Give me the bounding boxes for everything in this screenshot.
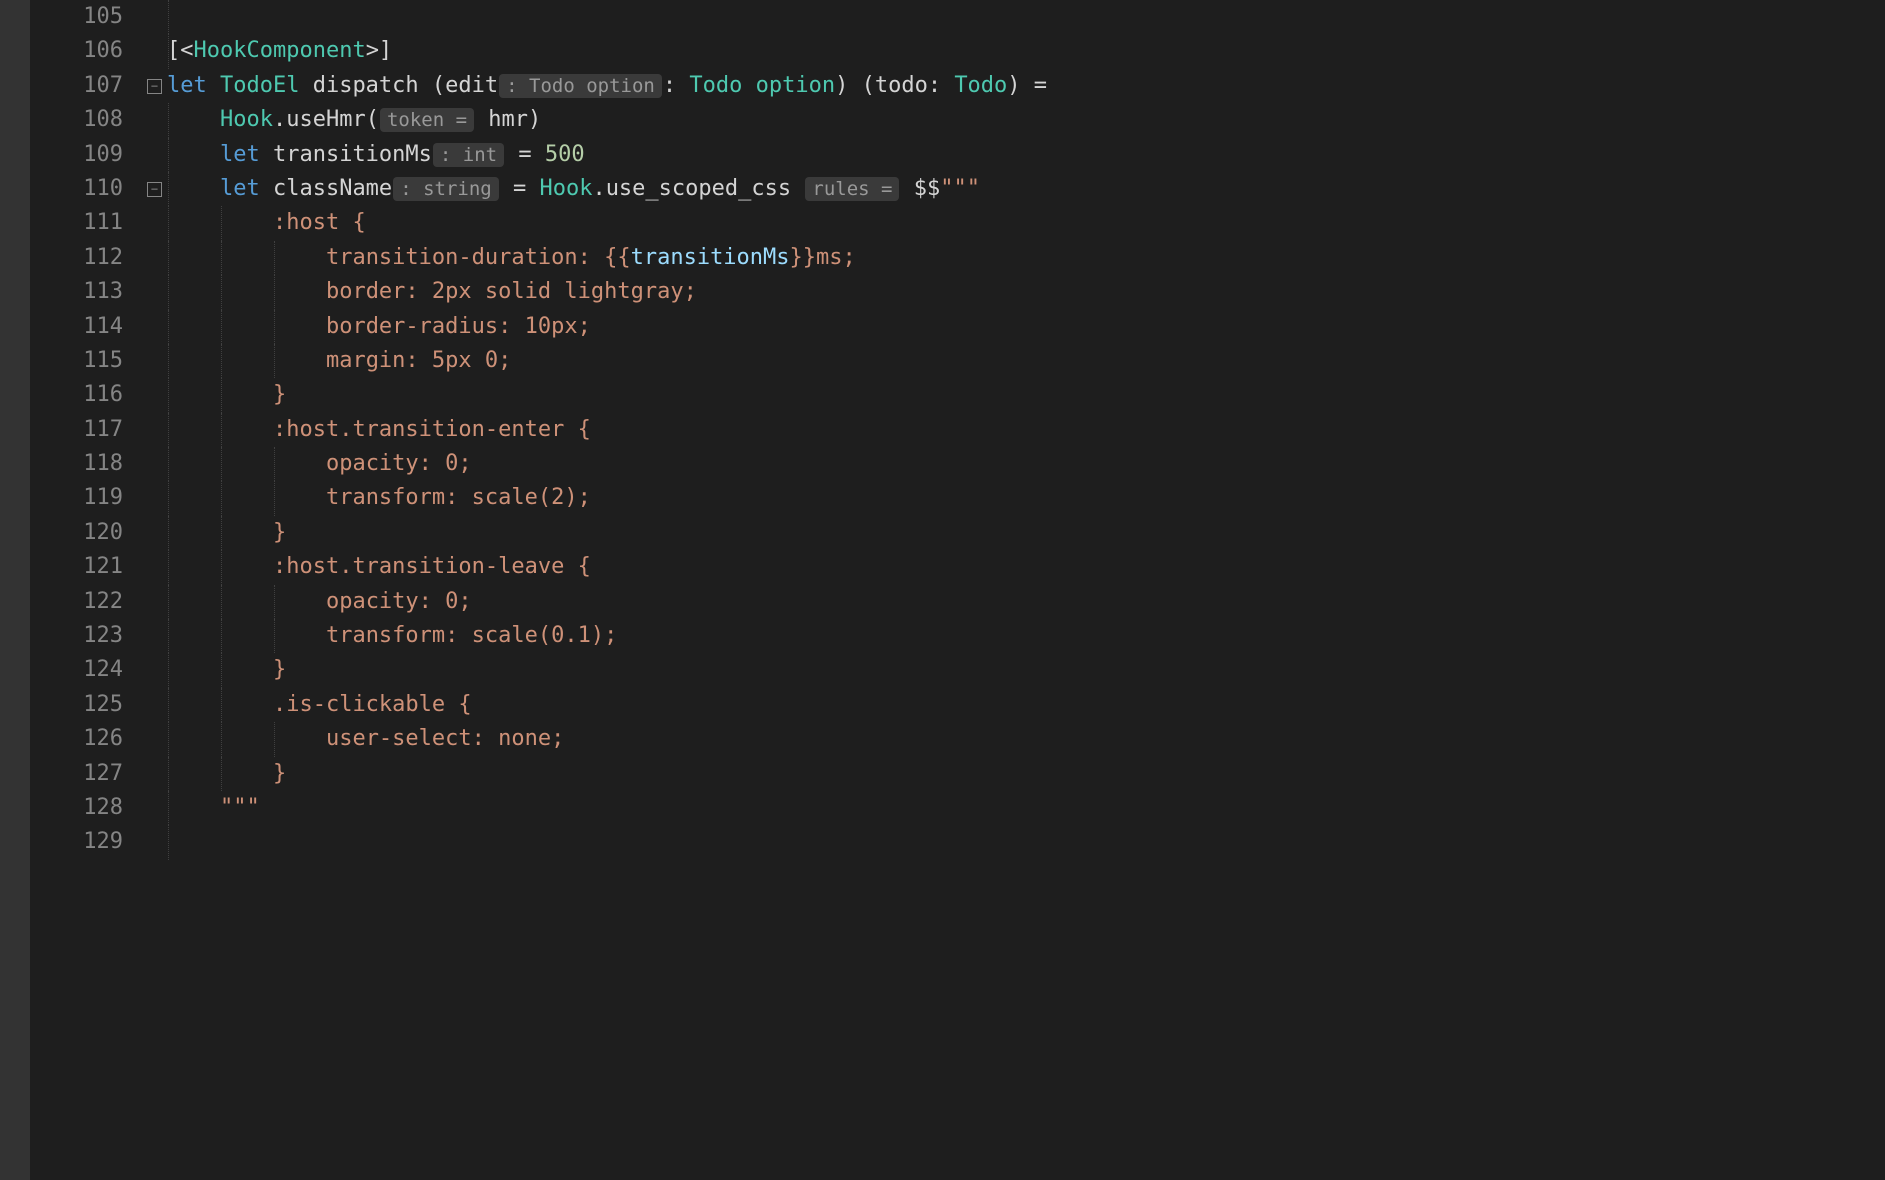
inlay-hint: : string [393,177,499,201]
line-number: 124 [30,653,123,687]
inlay-hint: token = [380,108,474,132]
fold-toggle-icon[interactable]: − [147,182,162,197]
code-line-content: transition-duration: {{transitionMs}}ms; [167,245,856,270]
code-line[interactable]: transform: scale(2); [167,481,1885,515]
line-number: 126 [30,722,123,756]
editor-left-margin [0,0,30,1180]
code-line[interactable]: transform: scale(0.1); [167,619,1885,653]
code-line-content: transform: scale(2); [167,485,591,510]
code-editor[interactable]: 1051061071081091101111121131141151161171… [0,0,1885,1180]
code-line-content: let transitionMs: int = 500 [167,142,585,167]
line-number: 116 [30,378,123,412]
line-number: 115 [30,344,123,378]
code-line[interactable]: user-select: none; [167,722,1885,756]
code-line[interactable]: border-radius: 10px; [167,310,1885,344]
code-line-content: opacity: 0; [167,589,472,614]
line-number: 121 [30,550,123,584]
code-line-content: let className: string = Hook.use_scoped_… [167,176,980,201]
code-line[interactable]: [<HookComponent>] [167,34,1885,68]
line-number: 118 [30,447,123,481]
line-number-gutter: 1051061071081091101111121131141151161171… [30,0,145,1180]
code-line[interactable]: let className: string = Hook.use_scoped_… [167,172,1885,206]
code-line[interactable]: border: 2px solid lightgray; [167,275,1885,309]
code-line-content: margin: 5px 0; [167,348,511,373]
fold-column: −− [145,0,167,1180]
line-number: 114 [30,310,123,344]
line-number: 125 [30,688,123,722]
line-number: 120 [30,516,123,550]
line-number: 107 [30,69,123,103]
code-line-content: let TodoEl dispatch (edit: Todo option: … [167,73,1047,98]
line-number: 129 [30,825,123,859]
code-line[interactable] [167,825,1885,859]
code-line[interactable]: } [167,757,1885,791]
line-number: 128 [30,791,123,825]
code-line[interactable]: } [167,378,1885,412]
code-line[interactable]: :host.transition-enter { [167,413,1885,447]
code-line-content: [<HookComponent>] [167,38,392,63]
code-line[interactable]: :host.transition-leave { [167,550,1885,584]
code-line-content: border-radius: 10px; [167,314,591,339]
code-line[interactable]: .is-clickable { [167,688,1885,722]
code-line[interactable]: let transitionMs: int = 500 [167,138,1885,172]
code-line-content: border: 2px solid lightgray; [167,279,697,304]
code-line[interactable]: margin: 5px 0; [167,344,1885,378]
code-line[interactable]: :host { [167,206,1885,240]
line-number: 105 [30,0,123,34]
code-area[interactable]: [<HookComponent>] let TodoEl dispatch (ed… [167,0,1885,1180]
line-number: 112 [30,241,123,275]
line-number: 111 [30,206,123,240]
code-line-content: Hook.useHmr(token = hmr) [167,107,541,132]
code-line-content: :host { [167,210,366,235]
code-line-content: :host.transition-leave { [167,554,591,579]
code-line[interactable] [167,0,1885,34]
code-line[interactable]: } [167,516,1885,550]
code-line-content: """ [167,795,260,820]
code-line-content: } [167,520,286,545]
line-number: 117 [30,413,123,447]
line-number: 122 [30,585,123,619]
code-line[interactable]: """ [167,791,1885,825]
inlay-hint: : Todo option [499,74,662,98]
line-number: 127 [30,757,123,791]
code-line[interactable]: Hook.useHmr(token = hmr) [167,103,1885,137]
line-number: 106 [30,34,123,68]
line-number: 123 [30,619,123,653]
inlay-hint: : int [433,143,504,167]
code-line-content: opacity: 0; [167,451,472,476]
line-number: 110 [30,172,123,206]
code-line-content: transform: scale(0.1); [167,623,617,648]
code-line[interactable]: opacity: 0; [167,447,1885,481]
line-number: 109 [30,138,123,172]
code-line[interactable]: } [167,653,1885,687]
code-line[interactable]: transition-duration: {{transitionMs}}ms; [167,241,1885,275]
code-line-content: .is-clickable { [167,692,472,717]
line-number: 119 [30,481,123,515]
line-number: 113 [30,275,123,309]
code-line-content: user-select: none; [167,726,564,751]
fold-toggle-icon[interactable]: − [147,79,162,94]
code-line-content: } [167,382,286,407]
line-number: 108 [30,103,123,137]
code-line[interactable]: let TodoEl dispatch (edit: Todo option: … [167,69,1885,103]
code-line-content: :host.transition-enter { [167,417,591,442]
inlay-hint: rules = [805,177,899,201]
code-line-content: } [167,761,286,786]
code-line-content: } [167,657,286,682]
code-line[interactable]: opacity: 0; [167,585,1885,619]
